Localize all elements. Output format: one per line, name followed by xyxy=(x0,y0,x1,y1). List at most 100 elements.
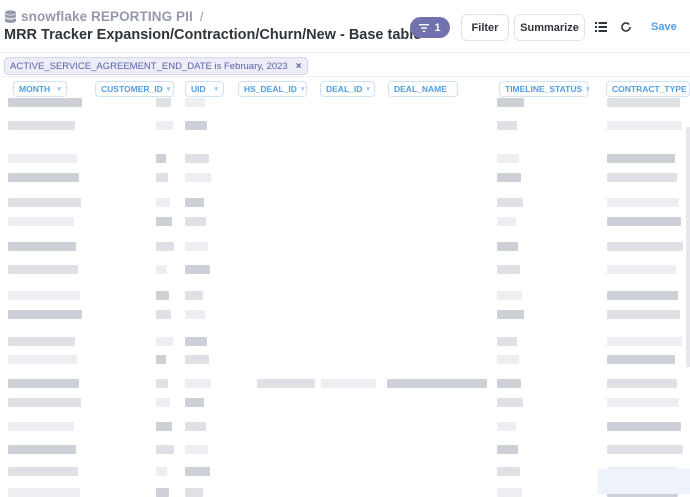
redacted-cell xyxy=(8,198,81,207)
redacted-cell xyxy=(156,467,167,476)
chevron-down-icon: ▾ xyxy=(214,86,218,93)
redacted-cell xyxy=(156,291,169,300)
list-view-icon[interactable] xyxy=(594,20,608,34)
redacted-cell xyxy=(156,337,173,346)
refresh-icon[interactable] xyxy=(619,20,633,34)
redacted-cell xyxy=(185,291,203,300)
redacted-cell xyxy=(497,337,517,346)
chevron-down-icon: ▾ xyxy=(166,86,171,93)
redacted-cell xyxy=(8,217,74,226)
redacted-cell xyxy=(156,121,173,130)
summarize-button[interactable]: Summarize xyxy=(514,14,585,41)
filter-bar: ACTIVE_SERVICE_AGREEMENT_END_DATE is Feb… xyxy=(0,52,690,77)
redacted-cell xyxy=(607,337,682,346)
redacted-cell xyxy=(185,467,210,476)
database-name[interactable]: snowflake REPORTING PII xyxy=(21,9,193,24)
redacted-cell xyxy=(8,445,76,454)
active-filters-toggle[interactable]: 1 xyxy=(410,17,450,38)
redacted-cell xyxy=(497,154,519,163)
redacted-cell xyxy=(8,488,80,497)
redacted-cell xyxy=(497,379,521,388)
redacted-cell xyxy=(185,398,204,407)
redacted-cell xyxy=(497,265,520,274)
redacted-cell xyxy=(156,217,172,226)
redacted-cell xyxy=(156,98,171,107)
redacted-cell xyxy=(185,242,208,251)
column-header-timeline-status[interactable]: TIMELINE_STATUS ▾ xyxy=(499,81,590,97)
close-icon[interactable]: × xyxy=(296,61,302,72)
redacted-cell xyxy=(497,488,522,497)
redacted-cell xyxy=(156,242,174,251)
page-title: MRR Tracker Expansion/Contraction/Churn/… xyxy=(4,27,422,43)
redacted-cell xyxy=(156,310,171,319)
redacted-cell xyxy=(321,379,376,388)
redacted-cell xyxy=(156,154,166,163)
redacted-cell xyxy=(8,398,81,407)
redacted-cell xyxy=(607,291,678,300)
redacted-cell xyxy=(607,265,676,274)
redacted-cell xyxy=(156,173,168,182)
vertical-scrollbar[interactable] xyxy=(686,127,690,367)
redacted-cell xyxy=(8,242,76,251)
redacted-cell xyxy=(156,422,172,431)
save-button[interactable]: Save xyxy=(651,21,677,33)
redacted-cell xyxy=(185,198,204,207)
redacted-cell xyxy=(497,445,518,454)
redacted-cell xyxy=(156,488,169,497)
redacted-cell xyxy=(497,98,524,107)
redacted-cell xyxy=(185,422,206,431)
redacted-cell xyxy=(607,422,681,431)
redacted-cell xyxy=(156,355,166,364)
redacted-cell xyxy=(497,310,524,319)
redacted-cell xyxy=(8,98,82,107)
redacted-cell xyxy=(156,379,168,388)
redacted-cell xyxy=(8,265,78,274)
redacted-cell xyxy=(185,355,209,364)
filter-chip[interactable]: ACTIVE_SERVICE_AGREEMENT_END_DATE is Feb… xyxy=(4,57,308,75)
redacted-cell xyxy=(156,265,167,274)
redacted-cell xyxy=(185,265,210,274)
redacted-cell xyxy=(8,121,75,130)
redacted-cell xyxy=(607,445,683,454)
redacted-cell xyxy=(607,198,679,207)
redacted-cell xyxy=(185,98,205,107)
column-header-customer-id[interactable]: CUSTOMER_ID ▾ xyxy=(95,81,174,97)
redacted-cell xyxy=(497,121,517,130)
redacted-cell xyxy=(607,217,681,226)
filter-button[interactable]: Filter xyxy=(461,14,509,41)
query-header: snowflake REPORTING PII / MRR Tracker Ex… xyxy=(0,0,690,52)
redacted-cell xyxy=(607,121,682,130)
redacted-cell xyxy=(607,173,677,182)
redacted-cell xyxy=(607,398,679,407)
column-header-deal-id[interactable]: DEAL_ID ▾ xyxy=(320,81,375,97)
redacted-cell xyxy=(185,337,207,346)
redacted-cell xyxy=(185,310,205,319)
redacted-cell xyxy=(156,398,170,407)
redacted-cell xyxy=(8,154,77,163)
redacted-cell xyxy=(185,445,208,454)
column-header-deal-name[interactable]: DEAL_NAME xyxy=(388,81,458,97)
redacted-cell xyxy=(8,291,80,300)
redacted-cell xyxy=(607,154,675,163)
results-table: MONTH ▾ CUSTOMER_ID ▾ UID ▾ HS_DEAL_ID ▾ DEA… xyxy=(0,76,690,497)
redacted-cell xyxy=(497,291,522,300)
redacted-cell xyxy=(185,154,209,163)
redacted-cell xyxy=(497,355,519,364)
column-header-month[interactable]: MONTH ▾ xyxy=(13,81,67,97)
redacted-cell xyxy=(497,173,521,182)
filter-chip-label: ACTIVE_SERVICE_AGREEMENT_END_DATE is Feb… xyxy=(10,60,288,72)
redacted-cell xyxy=(8,310,82,319)
chevron-down-icon: ▾ xyxy=(366,86,370,93)
redacted-cell xyxy=(8,467,78,476)
redacted-cell xyxy=(607,310,680,319)
breadcrumb[interactable]: snowflake REPORTING PII / xyxy=(4,9,203,24)
chevron-down-icon: ▾ xyxy=(300,86,305,93)
column-header-uid[interactable]: UID ▾ xyxy=(185,81,224,97)
redacted-cell xyxy=(8,355,77,364)
column-header-contract-type[interactable]: CONTRACT_TYPE▾ xyxy=(606,81,690,97)
column-header-hs-deal-id[interactable]: HS_DEAL_ID ▾ xyxy=(238,81,307,97)
chevron-down-icon: ▾ xyxy=(586,86,590,93)
redacted-cell xyxy=(497,242,518,251)
redacted-cell xyxy=(8,173,79,182)
redacted-cell xyxy=(497,422,516,431)
